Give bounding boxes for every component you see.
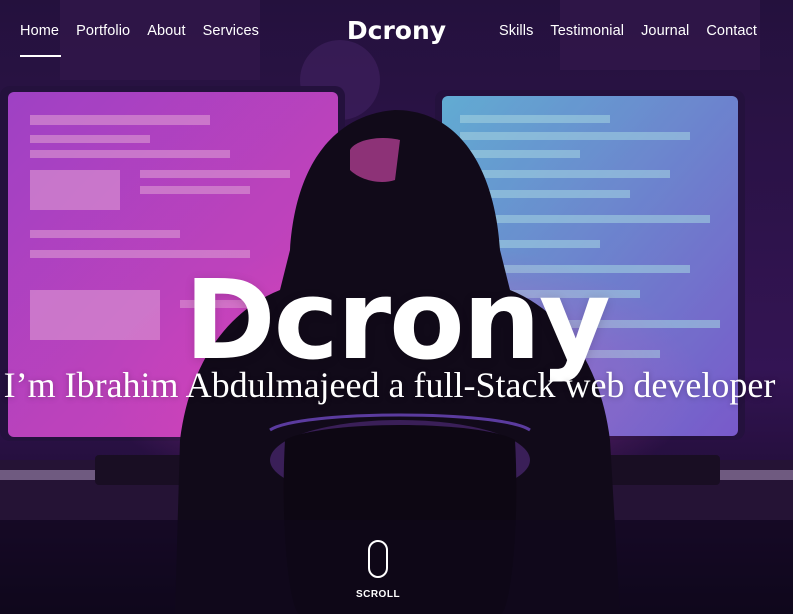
nav-link-contact[interactable]: Contact — [706, 23, 757, 39]
hero-section: Home Portfolio About Services Dcrony Ski… — [0, 0, 793, 614]
nav-link-skills[interactable]: Skills — [499, 23, 533, 39]
hero-subtitle: I’m Ibrahim Abdulmajeed a full-Stack web… — [3, 365, 776, 405]
nav-right-group: Skills Testimonial Journal Contact — [499, 23, 757, 39]
nav-link-journal[interactable]: Journal — [641, 23, 689, 39]
nav-link-testimonial[interactable]: Testimonial — [550, 23, 624, 39]
scroll-indicator[interactable]: SCROLL — [355, 540, 401, 600]
top-navigation: Home Portfolio About Services Dcrony Ski… — [0, 0, 793, 64]
scroll-label: SCROLL — [355, 589, 401, 600]
mouse-scroll-icon — [368, 540, 388, 578]
